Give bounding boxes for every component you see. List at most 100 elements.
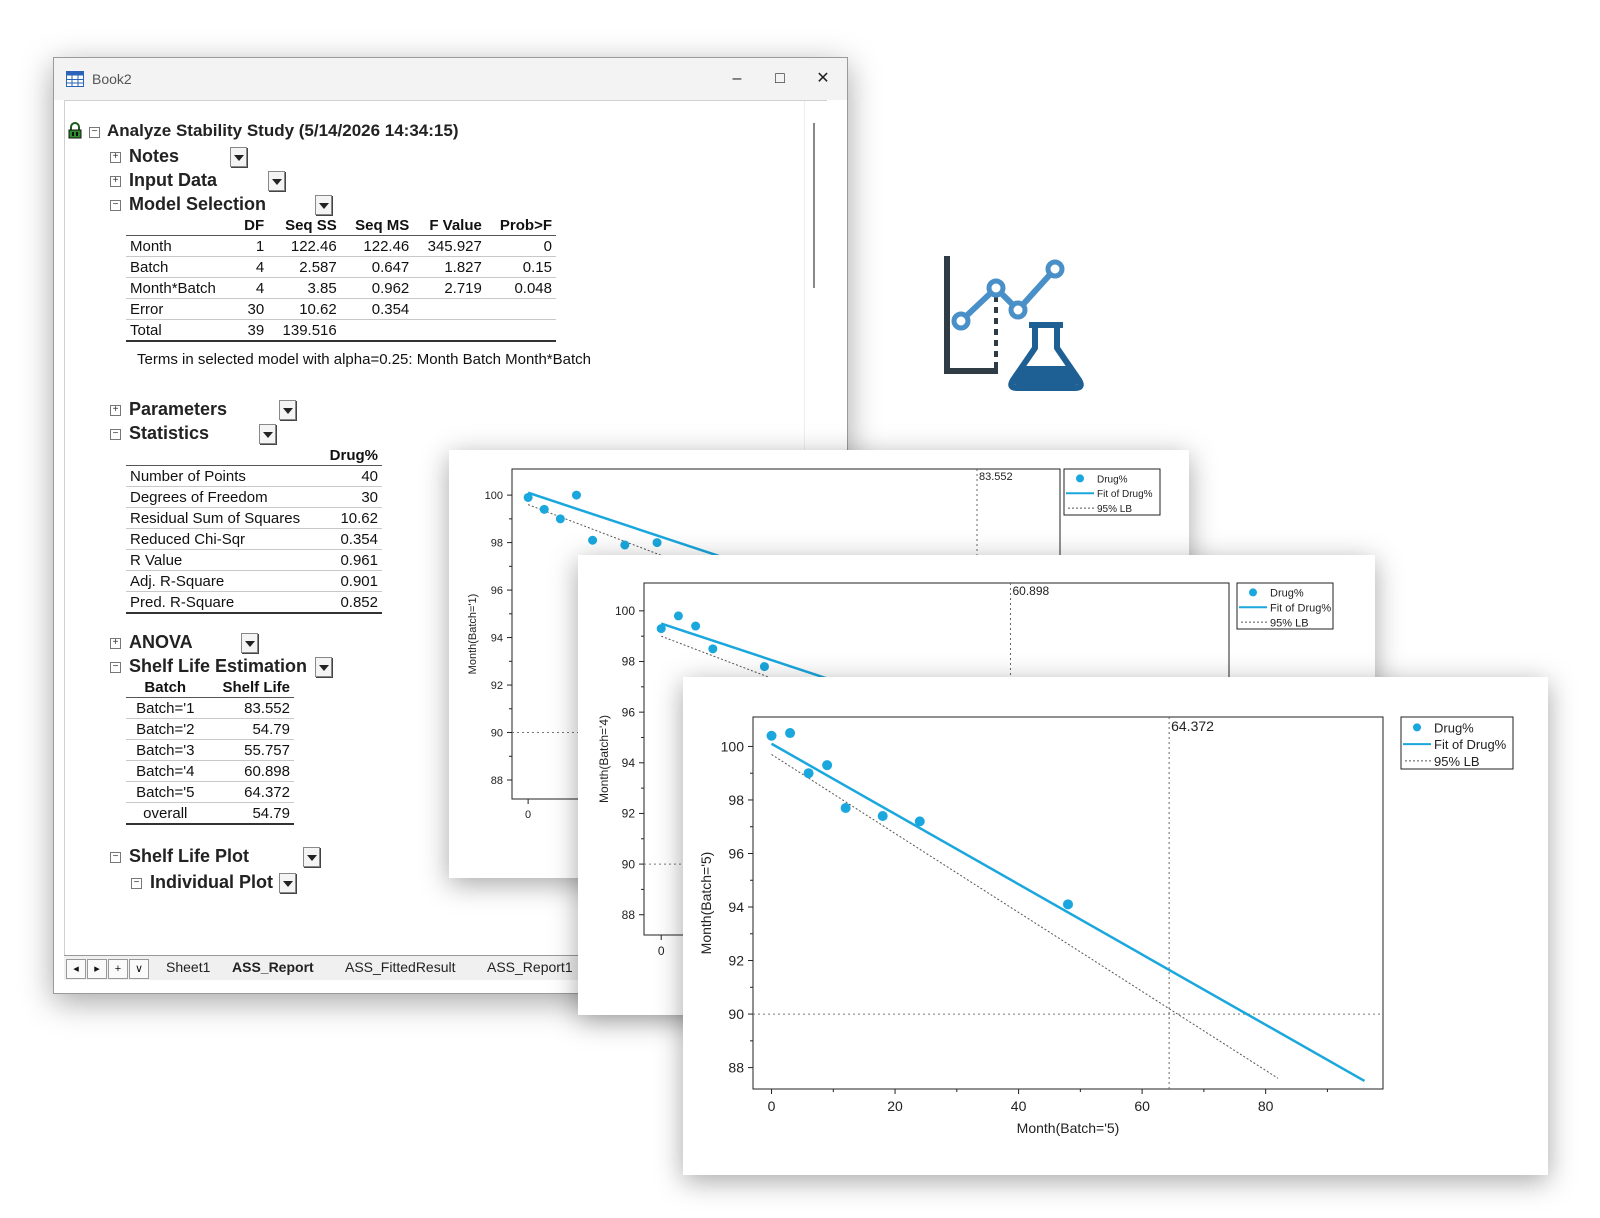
table-cell[interactable]: Pred. R-Square [126, 591, 321, 614]
table-cell[interactable]: Adj. R-Square [126, 570, 321, 592]
table-cell[interactable]: Batch='1 [126, 697, 205, 719]
table-cell[interactable]: Month*Batch [126, 277, 236, 299]
section-statistics[interactable]: Statistics [129, 423, 209, 444]
close-button[interactable]: ✕ [808, 66, 838, 92]
table-cell[interactable]: 4 [235, 277, 269, 299]
sheet-list-button[interactable]: ∨ [129, 959, 149, 979]
table-cell[interactable]: Residual Sum of Squares [126, 507, 321, 529]
shelf-life-plot-dropdown-button[interactable] [303, 847, 320, 867]
minimize-button[interactable]: – [722, 66, 752, 92]
table-cell[interactable]: 39 [235, 319, 269, 342]
section-notes[interactable]: Notes [129, 146, 179, 167]
table-cell[interactable]: Degrees of Freedom [126, 486, 321, 508]
table-cell[interactable]: 1.827 [413, 256, 486, 278]
table-cell[interactable]: 0.647 [340, 256, 414, 278]
maximize-button[interactable]: □ [765, 66, 795, 92]
collapse-toggle[interactable]: − [110, 852, 121, 863]
table-cell[interactable]: 30 [320, 486, 382, 508]
expand-toggle[interactable]: + [110, 405, 121, 416]
table-cell[interactable]: 64.372 [204, 781, 294, 803]
table-cell[interactable]: 40 [320, 465, 382, 487]
table-cell[interactable]: 2.719 [413, 277, 486, 299]
scrollbar-thumb[interactable] [813, 123, 815, 288]
table-cell[interactable] [340, 319, 414, 342]
statistics-dropdown-button[interactable] [259, 424, 276, 444]
table-cell[interactable] [413, 298, 486, 320]
model-selection-dropdown-button[interactable] [315, 195, 332, 215]
input-data-dropdown-button[interactable] [268, 171, 285, 191]
section-individual-plot[interactable]: Individual Plot [150, 872, 273, 893]
table-cell[interactable]: 30 [235, 298, 269, 320]
shelf-life-estimation-dropdown-button[interactable] [315, 657, 332, 677]
tab-ass-report[interactable]: ASS_Report [232, 959, 314, 975]
table-cell[interactable]: R Value [126, 549, 321, 571]
table-cell[interactable]: 0.961 [320, 549, 382, 571]
table-cell[interactable]: Batch='5 [126, 781, 205, 803]
add-sheet-button[interactable]: + [108, 959, 128, 979]
table-cell[interactable]: 4 [235, 256, 269, 278]
section-anova[interactable]: ANOVA [129, 632, 193, 653]
table-cell[interactable]: 3.85 [268, 277, 341, 299]
tab-ass-report1[interactable]: ASS_Report1 [487, 959, 573, 975]
parameters-dropdown-button[interactable] [279, 400, 296, 420]
table-cell[interactable]: Month [126, 235, 236, 257]
tab-scroll-left-button[interactable]: ◂ [66, 959, 86, 979]
x-tick-label: 80 [1258, 1098, 1274, 1114]
table-cell[interactable]: 0.354 [340, 298, 414, 320]
table-cell[interactable]: 122.46 [268, 235, 341, 257]
collapse-toggle[interactable]: − [110, 429, 121, 440]
table-cell[interactable] [485, 319, 556, 342]
table-cell[interactable]: Error [126, 298, 236, 320]
table-cell[interactable]: 345.927 [413, 235, 486, 257]
table-cell[interactable]: 0.901 [320, 570, 382, 592]
expand-toggle[interactable]: + [110, 638, 121, 649]
expand-toggle[interactable]: + [110, 152, 121, 163]
individual-plot-dropdown-button[interactable] [279, 873, 296, 893]
table-cell[interactable] [485, 298, 556, 320]
table-cell[interactable]: 0.15 [485, 256, 556, 278]
section-shelf-life-plot[interactable]: Shelf Life Plot [129, 846, 249, 867]
expand-toggle[interactable]: + [110, 176, 121, 187]
table-cell[interactable]: Reduced Chi-Sqr [126, 528, 321, 550]
section-model-selection[interactable]: Model Selection [129, 194, 266, 215]
table-header [126, 216, 236, 236]
table-cell[interactable]: 55.757 [204, 739, 294, 761]
collapse-toggle[interactable]: − [110, 200, 121, 211]
table-cell[interactable]: 54.79 [204, 802, 294, 825]
shelf-life-chart-batch5[interactable]: 88 90 92 94 96 98 100 0 20 40 60 80 64.372 Drug% Fit o… [683, 677, 1548, 1175]
table-cell[interactable]: 10.62 [320, 507, 382, 529]
table-cell[interactable]: Batch='4 [126, 760, 205, 782]
table-cell[interactable]: 0.962 [340, 277, 414, 299]
table-cell[interactable]: Batch [126, 256, 236, 278]
table-cell[interactable]: 0.852 [320, 591, 382, 614]
table-cell[interactable]: 54.79 [204, 718, 294, 740]
table-cell[interactable]: 60.898 [204, 760, 294, 782]
tab-sheet1[interactable]: Sheet1 [166, 959, 210, 975]
table-cell[interactable]: 2.587 [268, 256, 341, 278]
collapse-toggle[interactable]: − [89, 127, 100, 138]
table-cell[interactable]: Total [126, 319, 236, 342]
table-cell[interactable]: 122.46 [340, 235, 414, 257]
section-shelf-life-estimation[interactable]: Shelf Life Estimation [129, 656, 307, 677]
collapse-toggle[interactable]: − [110, 662, 121, 673]
title-bar[interactable]: Book2 – □ ✕ [54, 58, 847, 100]
tab-scroll-right-button[interactable]: ▸ [87, 959, 107, 979]
table-cell[interactable]: 10.62 [268, 298, 341, 320]
table-cell[interactable] [413, 319, 486, 342]
table-cell[interactable]: 0.354 [320, 528, 382, 550]
anova-dropdown-button[interactable] [241, 633, 258, 653]
table-cell[interactable]: Number of Points [126, 465, 321, 487]
table-cell[interactable]: 0 [485, 235, 556, 257]
table-cell[interactable]: 83.552 [204, 697, 294, 719]
notes-dropdown-button[interactable] [230, 147, 247, 167]
section-input-data[interactable]: Input Data [129, 170, 217, 191]
table-cell[interactable]: 0.048 [485, 277, 556, 299]
table-cell[interactable]: 1 [235, 235, 269, 257]
tab-ass-fittedresult[interactable]: ASS_FittedResult [345, 959, 456, 975]
collapse-toggle[interactable]: − [131, 878, 142, 889]
table-cell[interactable]: 139.516 [268, 319, 341, 342]
section-parameters[interactable]: Parameters [129, 399, 227, 420]
table-cell[interactable]: overall [126, 802, 205, 825]
table-cell[interactable]: Batch='3 [126, 739, 205, 761]
table-cell[interactable]: Batch='2 [126, 718, 205, 740]
